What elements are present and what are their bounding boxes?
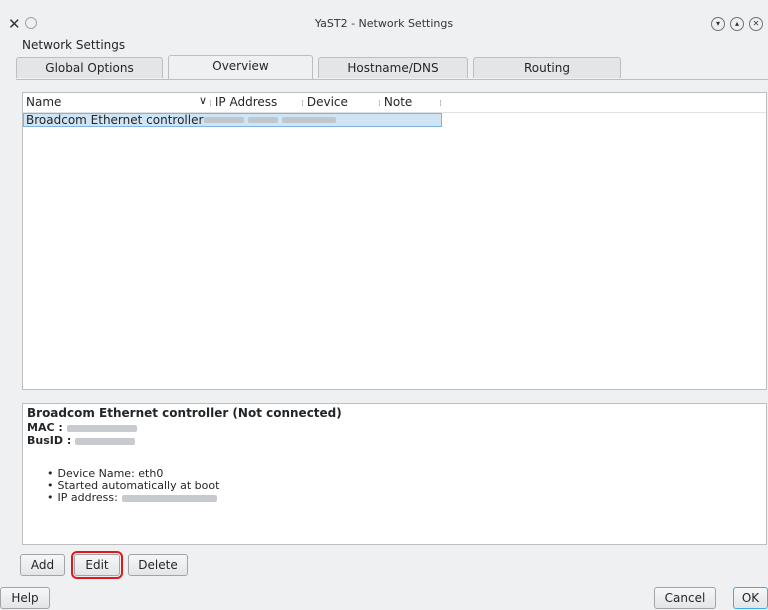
column-header-ip-address[interactable]: ⁞ IP Address xyxy=(209,95,277,109)
help-button[interactable]: Help xyxy=(0,587,50,609)
device-title: Broadcom Ethernet controller (Not connec… xyxy=(27,406,342,420)
chevron-down-icon[interactable]: ∨ xyxy=(199,94,207,107)
window-title: YaST2 - Network Settings xyxy=(314,17,454,30)
device-properties-list: • Device Name: eth0 • Started automaticall… xyxy=(47,468,219,504)
dialog-heading: Network Settings xyxy=(22,38,126,52)
ok-button[interactable]: OK xyxy=(733,587,768,609)
details-panel: Broadcom Ethernet controller (Not connec… xyxy=(22,403,767,545)
tab-overview[interactable]: Overview xyxy=(168,55,313,79)
tab-routing[interactable]: Routing xyxy=(473,57,621,78)
tab-hostname-dns[interactable]: Hostname/DNS xyxy=(318,57,468,78)
edit-button[interactable]: Edit xyxy=(71,551,123,579)
mac-line: MAC : xyxy=(27,421,137,434)
cancel-button[interactable]: Cancel xyxy=(654,587,716,609)
column-header-device[interactable]: ⁞ Device xyxy=(301,95,348,109)
mac-redacted xyxy=(66,424,137,432)
column-header-name[interactable]: Name xyxy=(26,95,61,109)
table-header: Name ∨ ⁞ IP Address ⁞ Device ⁞ Note ⁞ xyxy=(23,93,766,113)
busid-redacted xyxy=(75,437,136,445)
add-button[interactable]: Add xyxy=(20,554,65,576)
tab-label: Overview xyxy=(212,59,269,73)
column-header-note[interactable]: ⁞ Note xyxy=(378,95,412,109)
busid-line: BusID : xyxy=(27,434,136,447)
minimize-icon[interactable]: ▾ xyxy=(711,17,725,31)
tab-label: Hostname/DNS xyxy=(347,61,439,75)
tab-global-options[interactable]: Global Options xyxy=(16,57,163,78)
tab-label: Routing xyxy=(523,61,570,75)
list-item: • IP address: xyxy=(47,492,219,504)
delete-button[interactable]: Delete xyxy=(128,554,188,576)
close-icon[interactable]: ✕ xyxy=(749,17,763,31)
tab-label: Global Options xyxy=(45,61,134,75)
ip-address-redacted xyxy=(204,117,244,123)
ip-address-redacted xyxy=(248,117,278,123)
tab-bar: Global Options Overview Hostname/DNS Rou… xyxy=(16,55,768,79)
ip-address-redacted xyxy=(282,117,336,123)
network-cards-table[interactable]: Name ∨ ⁞ IP Address ⁞ Device ⁞ Note ⁞ Broad… xyxy=(22,92,767,390)
ip-address-redacted xyxy=(121,494,217,502)
cell-name: Broadcom Ethernet controller xyxy=(26,113,204,127)
column-separator: ⁞ xyxy=(439,99,442,109)
maximize-icon[interactable]: ▴ xyxy=(730,17,744,31)
table-row[interactable]: Broadcom Ethernet controller xyxy=(23,113,442,127)
yast-window: ✕ YaST2 - Network Settings ▾ ▴ ✕ Network… xyxy=(0,0,768,610)
title-bar: ✕ YaST2 - Network Settings ▾ ▴ ✕ xyxy=(0,13,768,35)
